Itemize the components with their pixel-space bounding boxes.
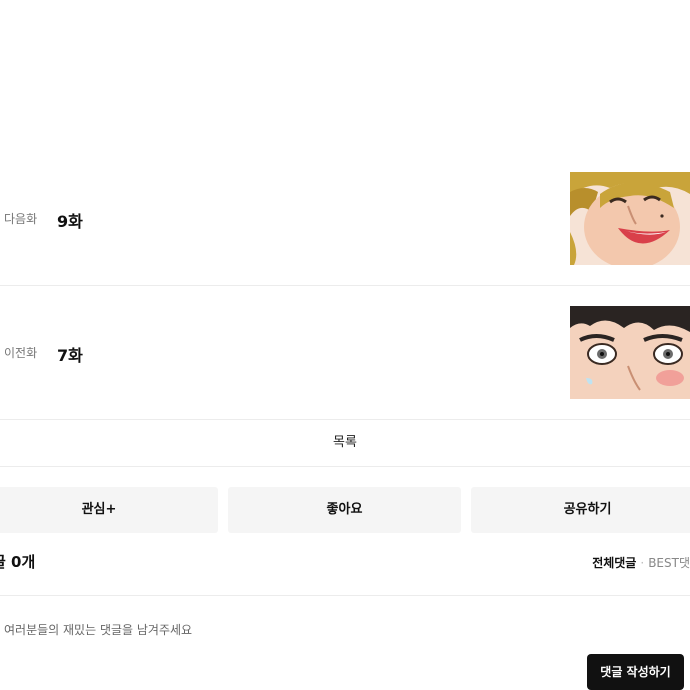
like-button[interactable]: 좋아요: [228, 487, 461, 533]
previous-episode-label: 이전화: [4, 346, 38, 360]
share-button[interactable]: 공유하기: [471, 487, 690, 533]
episode-list-label: 목록: [333, 435, 357, 450]
tab-all-comments[interactable]: 전체댓글: [592, 556, 636, 570]
subscribe-button[interactable]: 관심+: [0, 487, 218, 533]
write-comment-button[interactable]: 댓글 작성하기: [587, 654, 684, 690]
previous-episode-title[interactable]: 7화: [57, 342, 83, 366]
tab-separator: ·: [640, 556, 645, 570]
comment-sort-tabs: 전체댓글 · BEST댓: [592, 554, 690, 571]
previous-episode-thumbnail[interactable]: [570, 306, 690, 399]
next-episode-row[interactable]: 다음화 9화: [0, 152, 690, 286]
comment-input[interactable]: 여러분들의 재밌는 댓글을 남겨주세요: [4, 621, 192, 638]
comment-count: 글 0개: [0, 553, 36, 571]
next-episode-thumbnail[interactable]: [570, 172, 690, 265]
comment-divider: [0, 595, 690, 596]
tab-best-comments[interactable]: BEST댓: [648, 556, 690, 570]
episode-list-button[interactable]: 목록: [0, 420, 690, 467]
previous-episode-row[interactable]: 이전화 7화: [0, 286, 690, 420]
next-episode-title[interactable]: 9화: [57, 208, 83, 232]
next-episode-label: 다음화: [4, 212, 38, 226]
